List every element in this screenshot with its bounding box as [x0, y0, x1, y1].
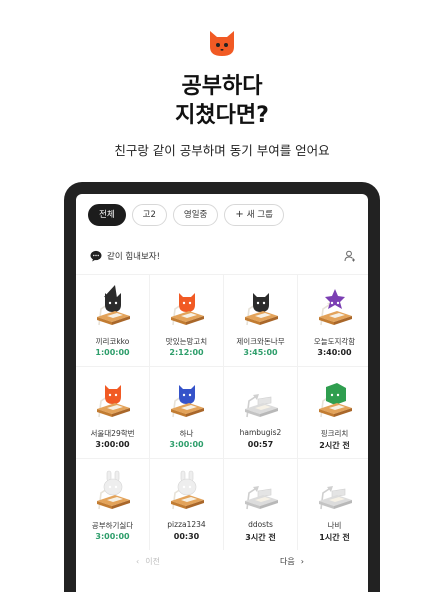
member-card[interactable]: 맛있는망고치 2:12:00	[150, 275, 223, 366]
member-card[interactable]: 공부하기싫다 3:00:00	[76, 459, 149, 550]
orange-cat-logo-icon	[210, 31, 234, 56]
study-character-icon	[319, 289, 352, 326]
study-character-icon	[97, 285, 130, 326]
tab-all[interactable]: 전체	[88, 204, 126, 226]
member-card[interactable]: 오늘도지각함 3:40:00	[298, 275, 368, 366]
member-study-time: 3:00:00	[169, 440, 204, 449]
study-character-icon	[319, 383, 352, 418]
prev-page-button[interactable]: ‹ 이전	[136, 556, 160, 567]
member-card[interactable]: 서울대29학번 3:00:00	[76, 367, 149, 458]
chevron-right-icon: ›	[300, 557, 304, 566]
member-study-time: 00:57	[247, 440, 274, 449]
member-grid: 끼리코kko 1:00:00 맛있는망고치 2:12:00 제이크와돈나무 3:45:00…	[76, 274, 368, 550]
member-card[interactable]: 하나 3:00:00	[150, 367, 223, 458]
tab-label: 고2	[142, 210, 156, 220]
member-study-time: 3:00:00	[95, 440, 130, 449]
member-study-time: 1시간 전	[319, 533, 350, 542]
hero-title-line1: 공부하다	[181, 74, 263, 99]
member-card[interactable]: ddosts 3시간 전	[224, 459, 297, 550]
member-study-time: 3:45:00	[243, 348, 278, 357]
study-character-icon	[245, 293, 278, 326]
empty-desk-icon	[245, 394, 278, 418]
member-study-time: 3:00:00	[95, 532, 130, 541]
study-character-icon	[97, 470, 130, 510]
tab-label: 새 그룹	[246, 210, 273, 220]
empty-desk-icon	[319, 486, 352, 510]
pager: ‹ 이전 다음 ›	[76, 556, 368, 572]
hero-title: 공부하다 지쳤다면?	[0, 72, 444, 130]
member-card[interactable]: 끼리코kko 1:00:00	[76, 275, 149, 366]
member-card[interactable]: hambugis2 00:57	[224, 367, 297, 458]
member-study-time: 3시간 전	[245, 533, 276, 542]
member-card[interactable]: 제이크와돈나무 3:45:00	[224, 275, 297, 366]
member-name: 오늘도지각함	[313, 337, 356, 346]
member-name: pizza1234	[167, 520, 206, 529]
tab-label: 전체	[99, 210, 115, 220]
member-name: 하나	[179, 429, 194, 438]
member-name: 서울대29학번	[90, 429, 135, 438]
study-character-icon	[171, 293, 204, 326]
empty-desk-icon	[245, 486, 278, 510]
member-study-time: 3:40:00	[317, 348, 352, 357]
group-message-text: 같이 힘내보자!	[107, 252, 161, 262]
member-study-time: 1:00:00	[95, 348, 130, 357]
member-name: 나비	[327, 521, 342, 530]
member-study-time: 2시간 전	[319, 441, 350, 450]
member-name: 핑크리치	[320, 429, 349, 438]
tab-grade2[interactable]: 고2	[131, 204, 167, 226]
member-card[interactable]: 나비 1시간 전	[298, 459, 368, 550]
tab-label: 영일중	[183, 210, 208, 220]
member-name: 제이크와돈나무	[236, 337, 285, 346]
member-name: 공부하기싫다	[91, 521, 134, 530]
member-card[interactable]: 핑크리치 2시간 전	[298, 367, 368, 458]
add-user-icon[interactable]	[344, 250, 356, 262]
study-character-icon	[171, 385, 204, 418]
next-label: 다음	[280, 557, 295, 566]
member-name: ddosts	[248, 520, 273, 529]
app-screen: 전체 고2 영일중 + 새 그룹 같이 힘내보자! 끼리코kko 1:00:00 맛있…	[76, 194, 368, 592]
hero-title-line2: 지쳤다면?	[175, 103, 269, 128]
tab-school[interactable]: 영일중	[172, 204, 219, 226]
member-name: 끼리코kko	[95, 337, 130, 346]
group-message: 같이 힘내보자!	[90, 248, 356, 264]
group-tabs: 전체 고2 영일중 + 새 그룹	[88, 204, 284, 226]
member-card[interactable]: pizza1234 00:30	[150, 459, 223, 550]
prev-label: 이전	[145, 557, 160, 566]
next-page-button[interactable]: 다음 ›	[280, 556, 304, 567]
study-character-icon	[171, 470, 204, 510]
hero-subtitle: 친구랑 같이 공부하며 동기 부여를 얻어요	[114, 143, 330, 158]
member-study-time: 00:30	[173, 532, 200, 541]
chat-bubble-icon	[90, 250, 102, 262]
chevron-left-icon: ‹	[136, 557, 140, 566]
member-study-time: 2:12:00	[169, 348, 204, 357]
member-name: 맛있는망고치	[165, 337, 208, 346]
new-group-button[interactable]: + 새 그룹	[224, 204, 284, 226]
plus-icon: +	[235, 209, 244, 220]
member-name: hambugis2	[239, 428, 282, 437]
study-character-icon	[97, 385, 130, 418]
